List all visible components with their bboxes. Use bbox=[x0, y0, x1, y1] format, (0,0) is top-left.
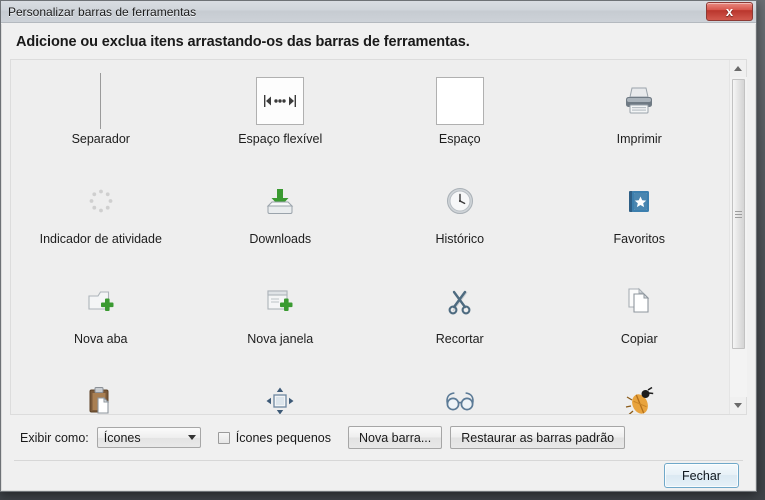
chevron-down-icon bbox=[187, 435, 196, 440]
icon-container bbox=[100, 72, 102, 130]
restore-default-toolbars-button[interactable]: Restaurar as barras padrão bbox=[450, 426, 626, 449]
palette-item-historico[interactable]: Histórico bbox=[370, 166, 550, 266]
icon-container bbox=[88, 172, 114, 230]
space-icon bbox=[435, 77, 484, 125]
palette-item-label: Downloads bbox=[249, 232, 312, 246]
icon-container bbox=[265, 172, 295, 230]
flexible-space-icon bbox=[256, 77, 305, 125]
small-icons-label: Ícones pequenos bbox=[235, 430, 331, 445]
palette-item-colar[interactable]: Colar bbox=[11, 366, 191, 414]
clock-icon bbox=[446, 188, 473, 214]
dialog-footer: Fechar bbox=[2, 461, 755, 490]
palette-item-label: Copiar bbox=[620, 332, 658, 346]
customize-toolbar-dialog: Personalizar barras de ferramentas x Adi… bbox=[0, 0, 757, 492]
display-as-value: Ícones bbox=[103, 430, 141, 445]
icon-container bbox=[446, 172, 474, 230]
bottom-controls-bar: Exibir como: Ícones Ícones pequenos Nova… bbox=[2, 415, 755, 449]
downloads-icon bbox=[267, 189, 294, 214]
paste-clipboard-icon bbox=[89, 387, 109, 414]
icon-container bbox=[625, 272, 653, 330]
toolbar-item-palette: Separador Espaço flexível Espaço Imprimi… bbox=[11, 60, 729, 414]
chevron-up-icon bbox=[734, 66, 742, 71]
new-window-icon bbox=[267, 290, 293, 311]
new-toolbar-button[interactable]: Nova barra... bbox=[348, 426, 443, 449]
icon-container bbox=[86, 272, 116, 330]
display-as-select[interactable]: Ícones bbox=[96, 427, 201, 448]
scrollbar-up-arrow-button[interactable] bbox=[730, 60, 747, 77]
palette-item-recortar[interactable]: Recortar bbox=[370, 266, 550, 366]
display-as-label: Exibir como: bbox=[20, 430, 89, 445]
dialog-title: Personalizar barras de ferramentas bbox=[8, 4, 197, 19]
palette-item-separador[interactable]: Separador bbox=[11, 66, 191, 166]
activity-spinner-icon bbox=[89, 189, 113, 213]
flexible-space-glyph bbox=[264, 95, 297, 107]
icon-container bbox=[435, 72, 484, 130]
palette-item-label: Favoritos bbox=[613, 232, 665, 246]
scrollbar-track[interactable] bbox=[729, 77, 747, 397]
palette-item-espaco[interactable]: Espaço bbox=[370, 66, 550, 166]
palette-item-label: Espaço flexível bbox=[238, 132, 323, 146]
chevron-down-icon bbox=[734, 403, 742, 408]
small-icons-checkbox[interactable] bbox=[217, 431, 230, 444]
printer-icon bbox=[626, 87, 653, 114]
scrollbar-thumb[interactable] bbox=[731, 79, 745, 349]
glasses-icon bbox=[446, 392, 474, 411]
close-dialog-button[interactable]: Fechar bbox=[664, 463, 739, 488]
dialog-heading: Adicione ou exclua itens arrastando-os d… bbox=[16, 34, 470, 50]
window-close-button[interactable]: x bbox=[706, 2, 753, 21]
palette-item-espaco-flexivel[interactable]: Espaço flexível bbox=[191, 66, 371, 166]
palette-item-label: Separador bbox=[71, 132, 130, 146]
icon-container bbox=[622, 72, 656, 130]
separator-icon bbox=[100, 73, 102, 129]
icon-container bbox=[624, 372, 654, 414]
palette-item-label: Imprimir bbox=[616, 132, 662, 146]
scrollbar-grip-icon bbox=[734, 209, 742, 220]
toolbar-item-palette-container: Separador Espaço flexível Espaço Imprimi… bbox=[10, 59, 747, 415]
palette-scrollbar[interactable] bbox=[729, 60, 747, 414]
icon-container bbox=[87, 372, 115, 414]
fullscreen-icon bbox=[266, 387, 294, 414]
palette-item-nova-aba[interactable]: Nova aba bbox=[11, 266, 191, 366]
palette-item-label: Espaço bbox=[438, 132, 481, 146]
palette-item-label: Indicador de atividade bbox=[39, 232, 162, 246]
palette-item-nova-janela[interactable]: Nova janela bbox=[191, 266, 371, 366]
copy-icon bbox=[628, 287, 650, 313]
firebug-bug-icon bbox=[626, 386, 654, 414]
icon-container bbox=[265, 272, 295, 330]
dialog-body: Adicione ou exclua itens arrastando-os d… bbox=[1, 24, 756, 491]
palette-item-label: Recortar bbox=[435, 332, 484, 346]
palette-grid: Separador Espaço flexível Espaço Imprimi… bbox=[11, 60, 729, 414]
palette-item-inspecionar[interactable]: Inspecionar bbox=[370, 366, 550, 414]
small-icons-checkbox-row[interactable]: Ícones pequenos bbox=[217, 430, 331, 445]
icon-container bbox=[444, 372, 476, 414]
palette-item-tela-inteira[interactable]: Tela inteira bbox=[191, 366, 371, 414]
scissors-icon bbox=[448, 290, 471, 315]
dialog-titlebar: Personalizar barras de ferramentas x bbox=[1, 1, 756, 23]
palette-item-label: Nova janela bbox=[247, 332, 314, 346]
icon-container bbox=[446, 272, 474, 330]
palette-item-label: Nova aba bbox=[73, 332, 128, 346]
icon-container bbox=[256, 72, 305, 130]
palette-item-favoritos[interactable]: Favoritos bbox=[550, 166, 730, 266]
scrollbar-down-arrow-button[interactable] bbox=[730, 397, 747, 414]
new-tab-icon bbox=[88, 291, 114, 311]
palette-item-copiar[interactable]: Copiar bbox=[550, 266, 730, 366]
palette-item-downloads[interactable]: Downloads bbox=[191, 166, 371, 266]
palette-item-firebug[interactable]: Firebug bbox=[550, 366, 730, 414]
icon-container bbox=[265, 372, 295, 414]
icon-container bbox=[625, 172, 653, 230]
bookmark-star-icon bbox=[629, 191, 650, 212]
palette-item-imprimir[interactable]: Imprimir bbox=[550, 66, 730, 166]
palette-item-label: Histórico bbox=[435, 232, 485, 246]
palette-item-indicador-de-atividade[interactable]: Indicador de atividade bbox=[11, 166, 191, 266]
close-icon: x bbox=[725, 4, 734, 19]
